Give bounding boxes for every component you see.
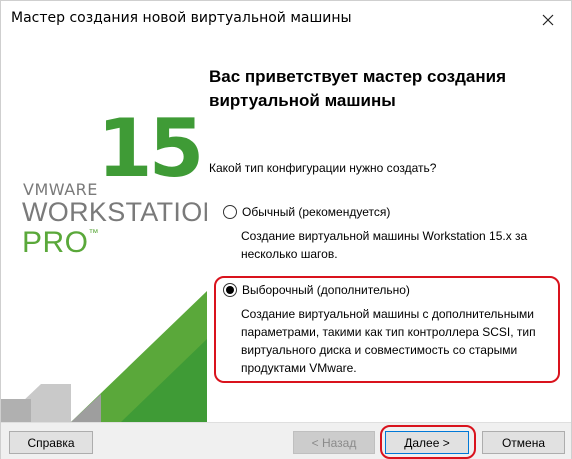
back-button[interactable]: < Назад xyxy=(293,431,375,454)
trademark-symbol: ™ xyxy=(88,228,100,239)
option-typical[interactable]: Обычный (рекомендуется) Создание виртуал… xyxy=(223,205,561,263)
option-description: Создание виртуальной машины с дополнител… xyxy=(241,307,536,375)
product-name: WORKSTATION xyxy=(22,197,207,227)
option-description: Создание виртуальной машины Workstation … xyxy=(241,229,528,261)
title-bar: Мастер создания новой виртуальной машины xyxy=(1,1,571,39)
close-button[interactable] xyxy=(525,1,571,39)
close-icon xyxy=(542,14,554,26)
brand-panel: 15 VMWARE WORKSTATION PRO™ xyxy=(1,39,207,422)
help-button[interactable]: Справка xyxy=(9,431,93,454)
option-label: Выборочный (дополнительно) xyxy=(242,283,410,297)
product-edition: PRO™ xyxy=(22,226,99,260)
button-bar: Справка < Назад Далее > Отмена xyxy=(1,422,571,459)
next-button-highlight xyxy=(380,425,476,459)
wizard-window: Мастер создания новой виртуальной машины… xyxy=(0,0,572,459)
option-custom[interactable]: Выборочный (дополнительно) Создание вирт… xyxy=(223,283,561,377)
configuration-question: Какой тип конфигурации нужно создать? xyxy=(209,161,437,175)
version-number: 15 xyxy=(97,102,204,195)
custom-radio[interactable] xyxy=(223,283,237,297)
cancel-button[interactable]: Отмена xyxy=(482,431,565,454)
option-label: Обычный (рекомендуется) xyxy=(242,205,391,219)
wizard-heading: Вас приветствует мастер создания виртуал… xyxy=(209,67,506,110)
edition-text: PRO xyxy=(22,226,89,259)
window-title: Мастер создания новой виртуальной машины xyxy=(11,10,352,26)
typical-radio[interactable] xyxy=(223,205,237,219)
